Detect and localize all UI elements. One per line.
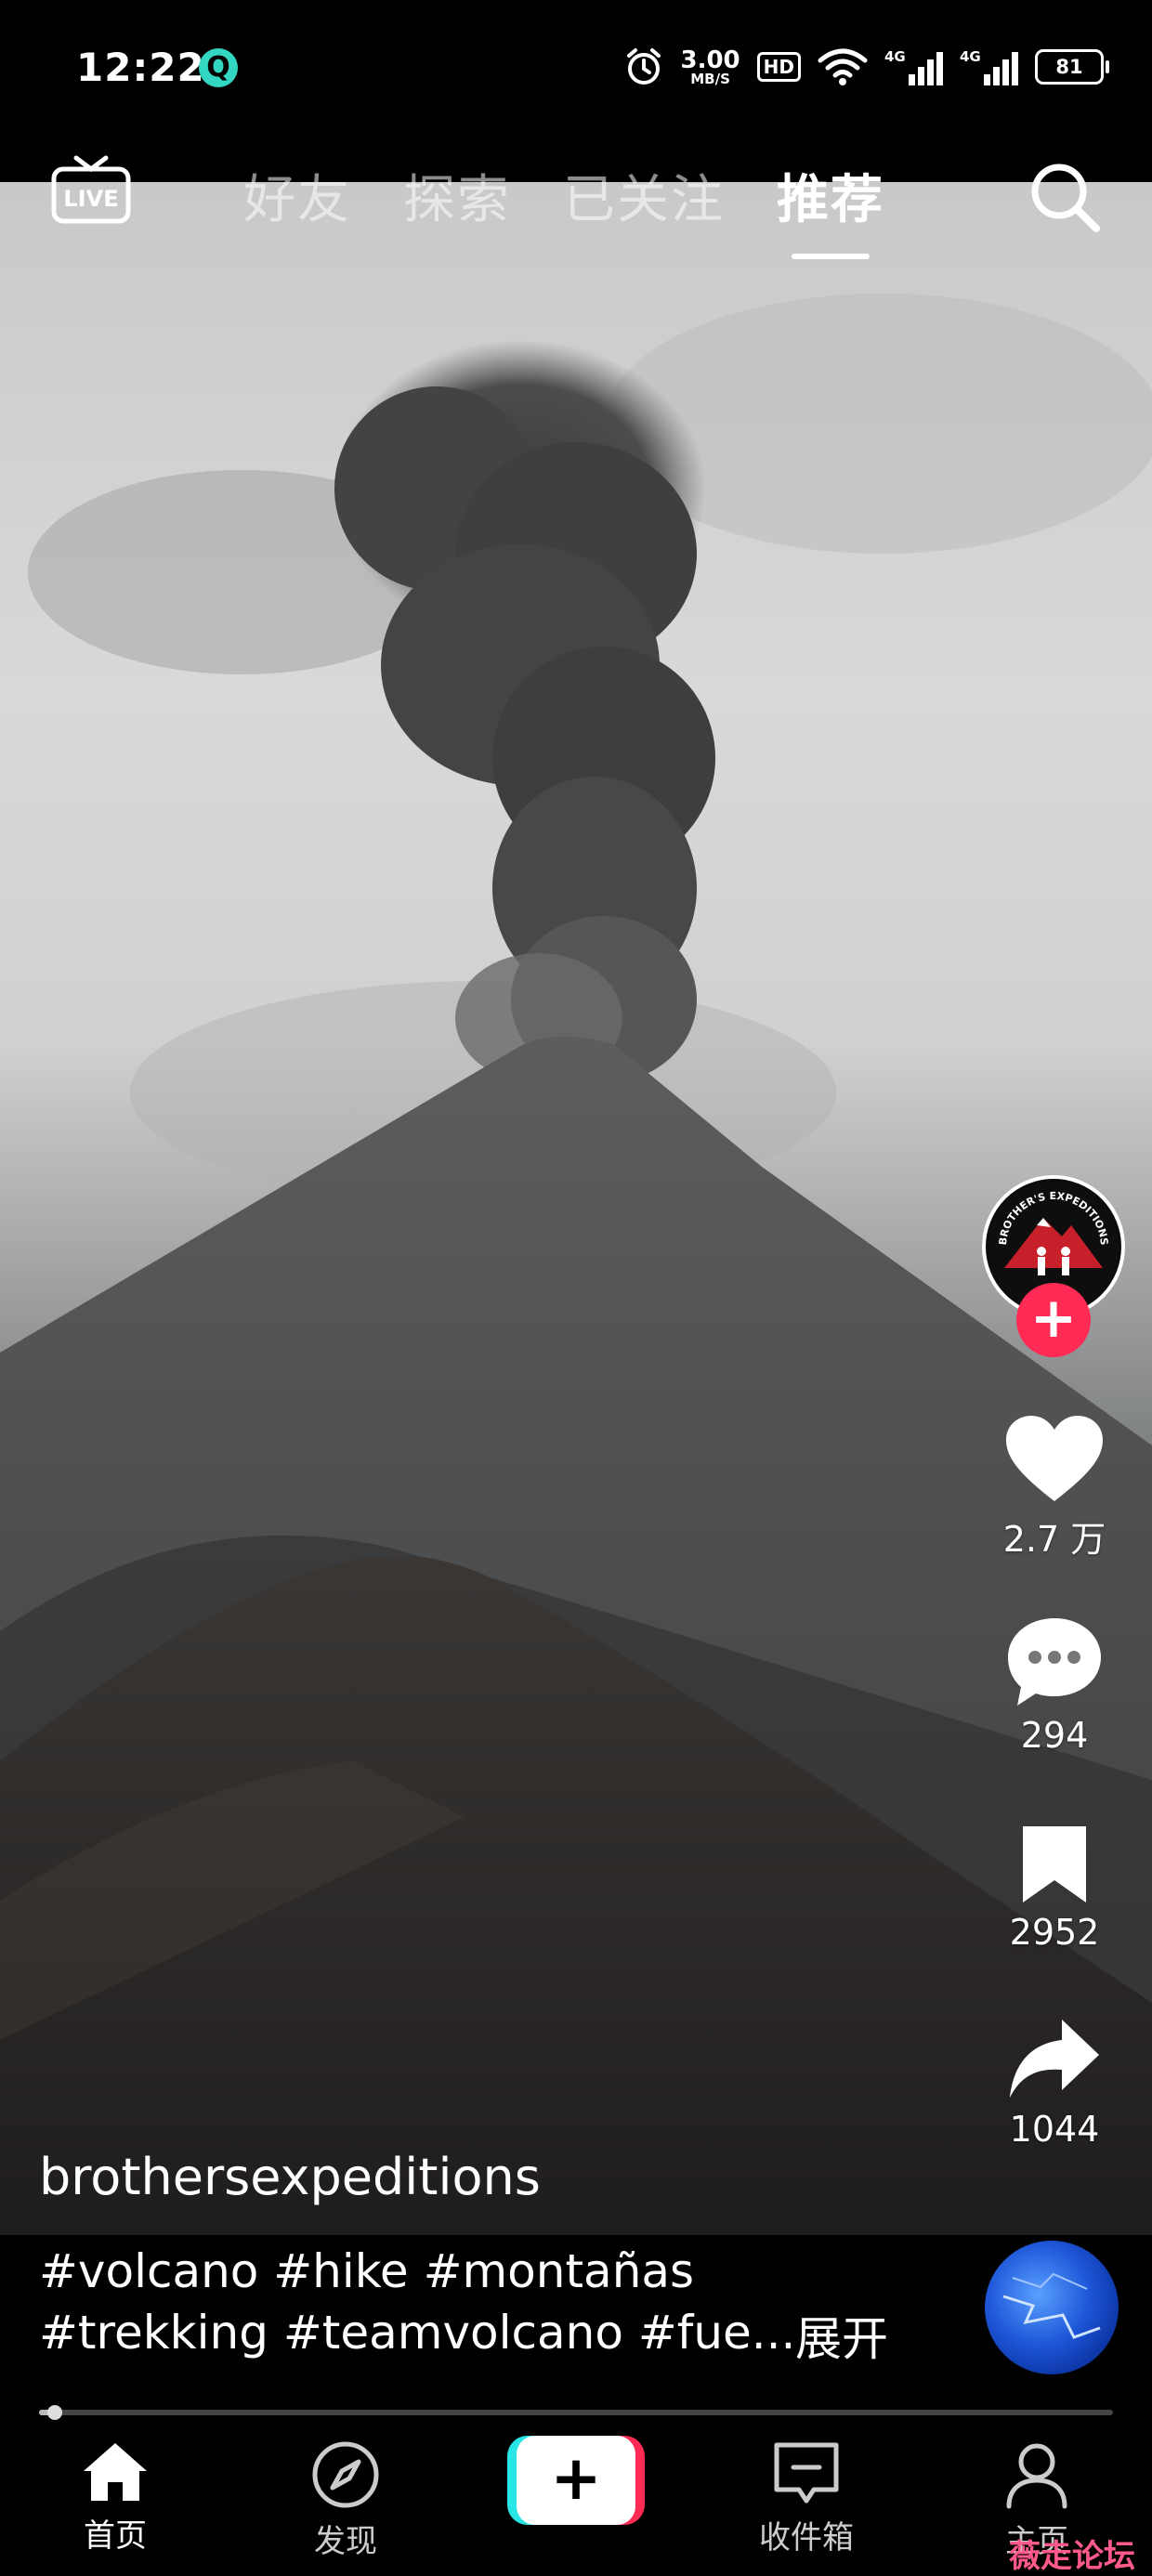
comment-icon <box>1008 1618 1101 1706</box>
create-button[interactable]: + <box>507 2436 645 2525</box>
author-name[interactable]: brothersexpeditions <box>39 2148 541 2206</box>
signal-icon-1: 4G <box>884 48 943 85</box>
top-navigation: LIVE 好友 探索 已关注 推荐 <box>0 149 1152 259</box>
app-notification-icon: Q <box>199 48 238 87</box>
signal-icon-2: 4G <box>960 48 1018 85</box>
inbox-icon <box>774 2442 839 2504</box>
share-button[interactable]: 1044 <box>985 2014 1124 2150</box>
status-icons: 3.00 MB/S HD 4G 4G 81 <box>623 41 1109 93</box>
share-count: 1044 <box>1009 2109 1100 2150</box>
caption-line-1: #volcano #hike #montañas <box>39 2244 695 2298</box>
follow-button[interactable]: + <box>1016 1283 1091 1357</box>
search-icon[interactable] <box>1026 158 1104 236</box>
wifi-icon <box>818 48 868 85</box>
network-speed-value: 3.00 <box>680 46 740 74</box>
tab-friends[interactable]: 好友 <box>243 158 351 233</box>
video-player[interactable] <box>0 182 1152 2235</box>
plus-icon: + <box>517 2436 635 2525</box>
bookmark-icon <box>1023 1826 1086 1903</box>
video-progress-bar[interactable] <box>39 2405 1113 2420</box>
nav-home-label: 首页 <box>84 2517 147 2555</box>
network-speed-unit: MB/S <box>690 70 730 87</box>
favorite-count: 2952 <box>1009 1912 1100 1953</box>
profile-icon <box>1006 2443 1067 2509</box>
battery-icon: 81 <box>1035 49 1109 85</box>
like-button[interactable]: 2.7 万 <box>985 1412 1124 1562</box>
favorite-button[interactable]: 2952 <box>985 1823 1124 1953</box>
like-count: 2.7 万 <box>1002 1519 1106 1560</box>
status-time: 12:22 <box>76 45 205 90</box>
tab-explore[interactable]: 探索 <box>403 158 511 233</box>
watermark: 薇走论坛 <box>1009 2538 1135 2575</box>
share-arrow-icon <box>1010 2020 1099 2098</box>
nav-inbox-label: 收件箱 <box>759 2519 854 2556</box>
nav-discover-label: 发现 <box>314 2523 377 2560</box>
compass-icon <box>312 2441 379 2508</box>
hd-voice-icon: HD <box>756 52 801 82</box>
nav-home[interactable]: 首页 <box>50 2439 180 2556</box>
nav-inbox[interactable]: 收件箱 <box>741 2439 871 2557</box>
nav-discover[interactable]: 发现 <box>281 2439 411 2561</box>
video-progress-handle[interactable] <box>47 2405 62 2420</box>
feed-tabs: 好友 探索 已关注 推荐 <box>243 158 884 259</box>
signal-1-label: 4G <box>884 48 906 65</box>
live-tv-icon[interactable]: LIVE <box>50 154 132 225</box>
live-label: LIVE <box>63 186 118 212</box>
comment-button[interactable]: 294 <box>985 1613 1124 1756</box>
music-disc[interactable] <box>985 2241 1119 2374</box>
signal-2-label: 4G <box>960 48 981 65</box>
heart-icon <box>1006 1416 1103 1501</box>
tab-following[interactable]: 已关注 <box>563 158 725 233</box>
lightning-disc-icon <box>1002 2272 1101 2339</box>
volcano-scene <box>0 294 1152 2235</box>
network-speed: 3.00 MB/S <box>681 48 740 86</box>
tab-recommended[interactable]: 推荐 <box>777 158 884 259</box>
expand-caption-button[interactable]: 展开 <box>795 2302 888 2369</box>
home-icon <box>84 2443 147 2501</box>
alarm-icon <box>626 48 661 85</box>
comment-count: 294 <box>1020 1715 1089 1756</box>
